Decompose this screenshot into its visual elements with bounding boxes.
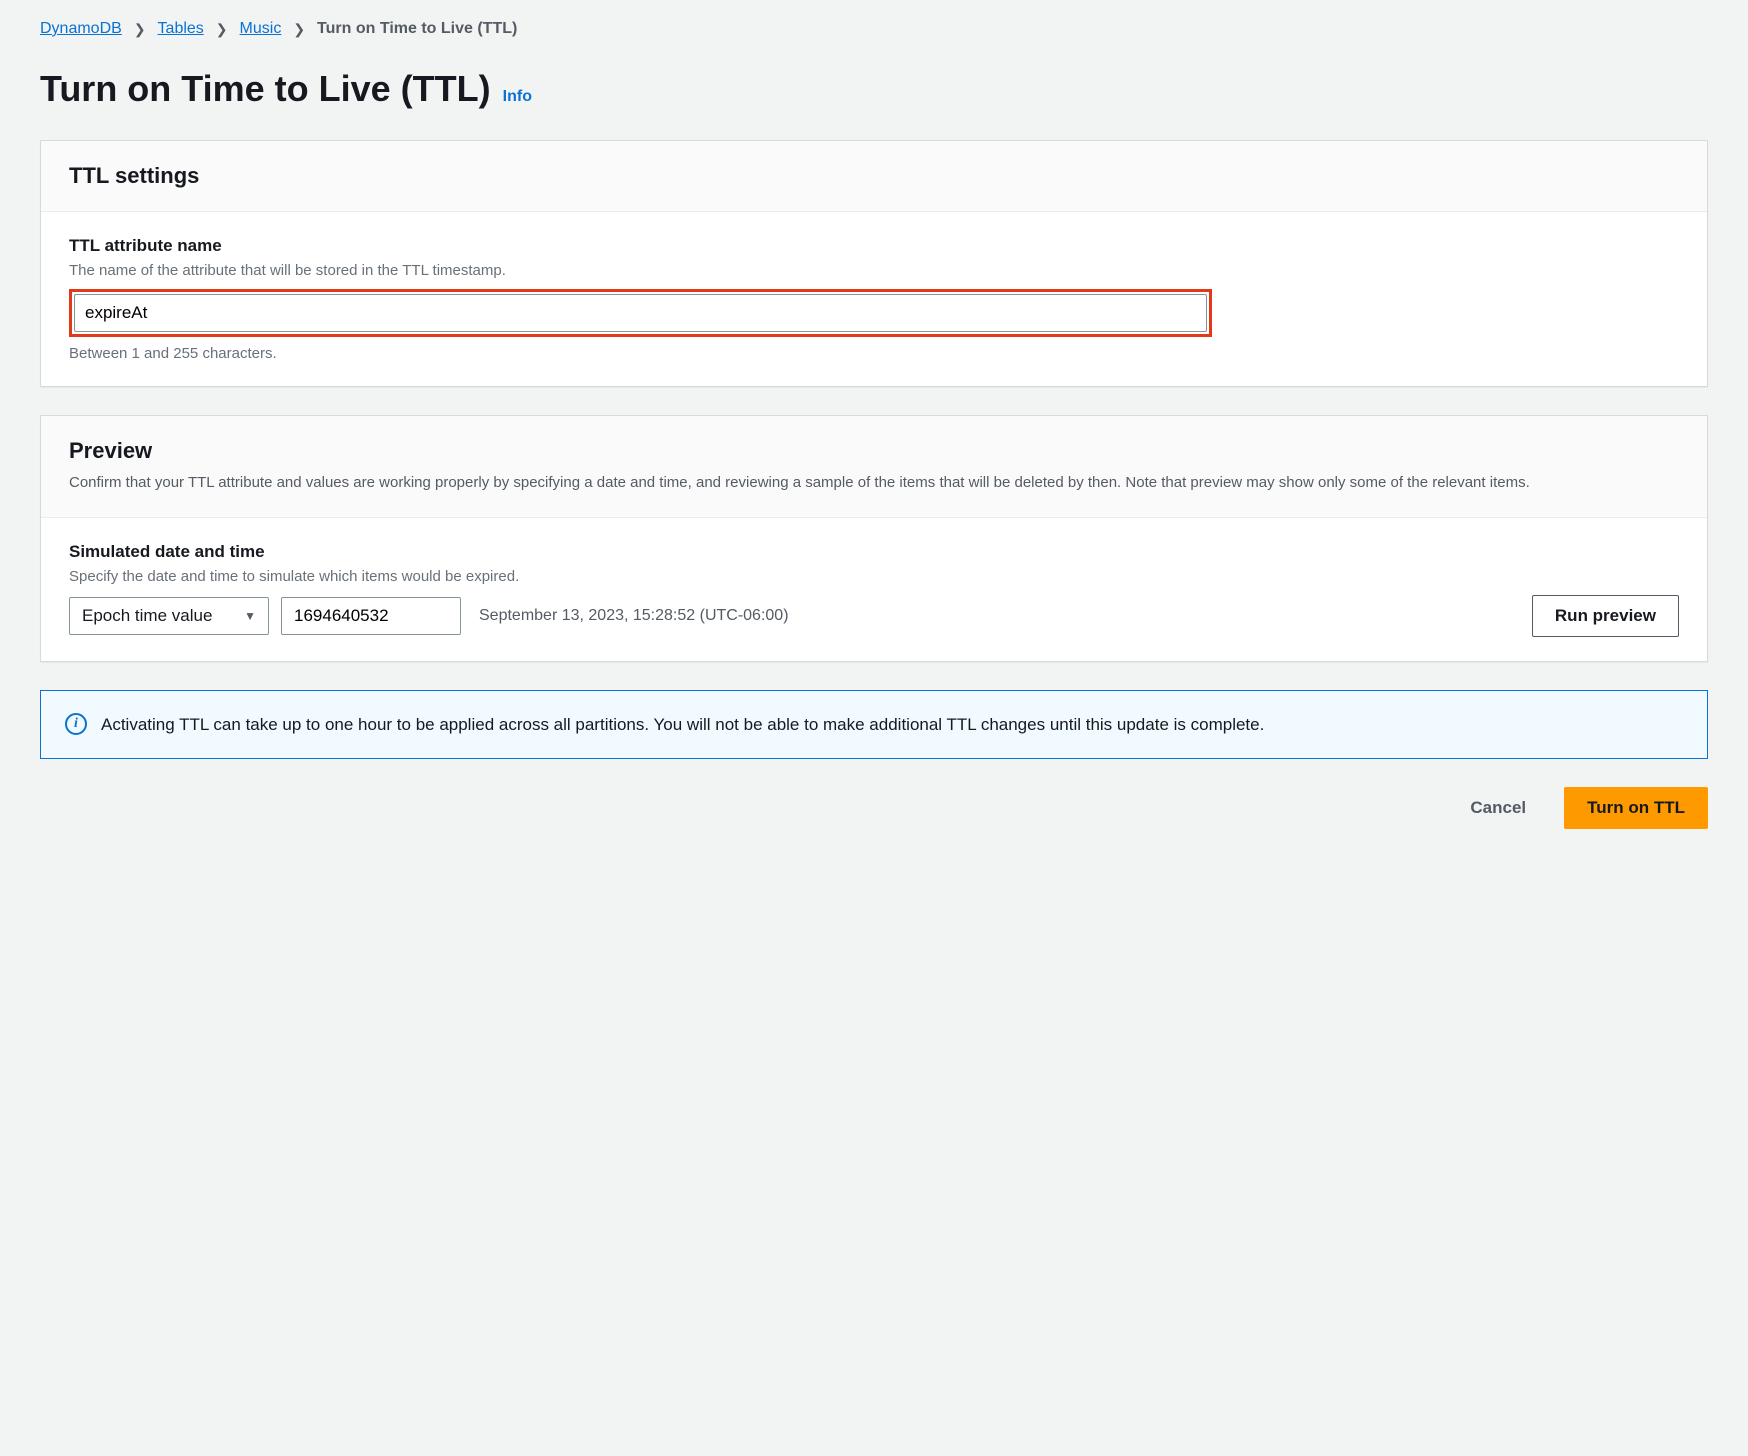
breadcrumb-link-dynamodb[interactable]: DynamoDB bbox=[40, 20, 122, 38]
ttl-attribute-input[interactable] bbox=[74, 294, 1207, 332]
chevron-right-icon: ❯ bbox=[216, 21, 228, 38]
time-format-select[interactable]: Epoch time value ▼ bbox=[69, 597, 269, 635]
preview-heading: Preview bbox=[69, 438, 1679, 464]
ttl-attribute-highlight bbox=[69, 289, 1212, 337]
info-link[interactable]: Info bbox=[503, 88, 532, 106]
chevron-right-icon: ❯ bbox=[293, 21, 305, 38]
cancel-button[interactable]: Cancel bbox=[1448, 788, 1548, 828]
ttl-attribute-label: TTL attribute name bbox=[69, 236, 1679, 256]
breadcrumb-current: Turn on Time to Live (TTL) bbox=[317, 20, 517, 38]
simulated-date-hint: Specify the date and time to simulate wh… bbox=[69, 568, 1679, 585]
time-format-selected: Epoch time value bbox=[82, 606, 212, 626]
breadcrumb-link-tables[interactable]: Tables bbox=[158, 20, 204, 38]
info-alert: i Activating TTL can take up to one hour… bbox=[40, 690, 1708, 759]
readable-datetime: September 13, 2023, 15:28:52 (UTC-06:00) bbox=[479, 607, 789, 625]
ttl-attribute-constraint: Between 1 and 255 characters. bbox=[69, 345, 1679, 362]
epoch-input[interactable] bbox=[281, 597, 461, 635]
ttl-settings-heading: TTL settings bbox=[69, 163, 1679, 189]
caret-down-icon: ▼ bbox=[244, 609, 256, 623]
page-title: Turn on Time to Live (TTL) bbox=[40, 68, 491, 110]
chevron-right-icon: ❯ bbox=[134, 21, 146, 38]
breadcrumb-link-music[interactable]: Music bbox=[240, 20, 282, 38]
breadcrumb: DynamoDB ❯ Tables ❯ Music ❯ Turn on Time… bbox=[40, 20, 1708, 38]
info-icon: i bbox=[65, 713, 87, 735]
run-preview-button[interactable]: Run preview bbox=[1532, 595, 1679, 637]
info-alert-text: Activating TTL can take up to one hour t… bbox=[101, 711, 1264, 738]
preview-description: Confirm that your TTL attribute and valu… bbox=[69, 472, 1679, 495]
ttl-attribute-hint: The name of the attribute that will be s… bbox=[69, 262, 1679, 279]
ttl-settings-panel: TTL settings TTL attribute name The name… bbox=[40, 140, 1708, 387]
preview-panel: Preview Confirm that your TTL attribute … bbox=[40, 415, 1708, 662]
footer-actions: Cancel Turn on TTL bbox=[40, 787, 1708, 829]
turn-on-ttl-button[interactable]: Turn on TTL bbox=[1564, 787, 1708, 829]
simulated-date-label: Simulated date and time bbox=[69, 542, 1679, 562]
